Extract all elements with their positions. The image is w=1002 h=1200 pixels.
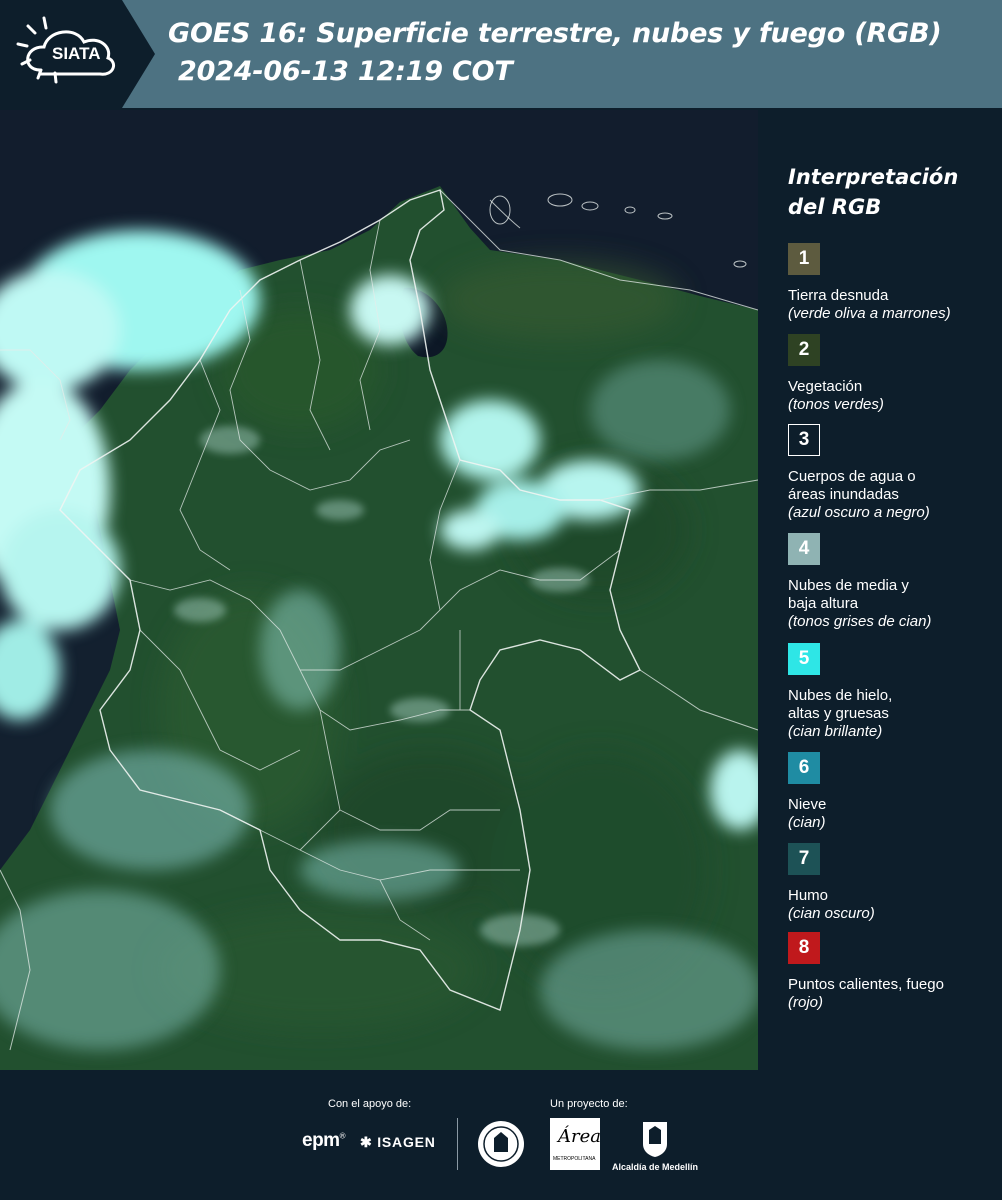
legend-label: Tierra desnuda xyxy=(788,287,889,304)
legend-note: (verde oliva a marrones) xyxy=(788,305,951,322)
legend-swatch: 7 xyxy=(788,843,820,875)
epm-text: epm xyxy=(302,1130,340,1151)
legend-note: (tonos verdes) xyxy=(788,396,884,413)
legend-note: (cian brillante) xyxy=(788,723,883,740)
legend-label: Vegetación xyxy=(788,378,863,395)
university-seal-icon xyxy=(478,1121,524,1167)
siata-logo: SIATA xyxy=(0,0,155,108)
isagen-logo: ✱ ISAGEN xyxy=(360,1134,436,1150)
project-label: Un proyecto de: xyxy=(550,1098,628,1110)
footer: Con el apoyo de: Un proyecto de: epm® ✱ … xyxy=(0,1070,1002,1200)
legend-label: Puntos calientes, fuego xyxy=(788,976,944,993)
legend-item-low-clouds: 4 Nubes de media y baja altura (tonos gr… xyxy=(788,533,1002,631)
legend-label: Humo xyxy=(788,887,829,904)
area-metropolitana-logo: Área xyxy=(550,1118,601,1170)
page-timestamp: 2024-06-13 12:19 COT xyxy=(178,56,513,87)
legend-note: (rojo) xyxy=(788,994,824,1011)
legend-item-ice-clouds: 5 Nubes de hielo, altas y gruesas (cian … xyxy=(788,643,1002,741)
medellin-shield-icon xyxy=(643,1122,667,1157)
legend-note: (azul oscuro a negro) xyxy=(788,504,930,521)
legend-item-vegetation: 2 Vegetación (tonos verdes) xyxy=(788,334,1002,414)
legend-title: Interpretación del RGB xyxy=(788,165,959,219)
legend-note: (tonos grises de cian) xyxy=(788,613,932,630)
legend-panel: Interpretación del RGB 1 Tierra desnuda … xyxy=(770,110,1002,1070)
legend-item-water: 3 Cuerpos de agua o áreas inundadas (azu… xyxy=(788,424,1002,522)
legend-swatch: 2 xyxy=(788,334,820,366)
satellite-map[interactable] xyxy=(0,110,758,1070)
legend-label: Nubes de hielo, altas y gruesas xyxy=(788,687,893,722)
legend-item-fire: 8 Puntos calientes, fuego (rojo) xyxy=(788,932,1002,1012)
legend-note: (cian oscuro) xyxy=(788,905,875,922)
legend-label: Cuerpos de agua o áreas inundadas xyxy=(788,468,916,503)
legend-label: Nubes de media y baja altura xyxy=(788,577,909,612)
legend-note: (cian) xyxy=(788,814,826,831)
legend-swatch: 3 xyxy=(788,424,820,456)
legend-swatch: 5 xyxy=(788,643,820,675)
legend-swatch: 4 xyxy=(788,533,820,565)
logo-text: SIATA xyxy=(52,44,101,63)
legend-swatch: 6 xyxy=(788,752,820,784)
page-title: GOES 16: Superficie terrestre, nubes y f… xyxy=(168,18,942,49)
legend-item-smoke: 7 Humo (cian oscuro) xyxy=(788,843,1002,923)
legend-item-snow: 6 Nieve (cian) xyxy=(788,752,1002,832)
metro-name: METROPOLITANA xyxy=(553,1156,596,1162)
satellite-rgb-map xyxy=(0,110,758,1070)
isagen-text: ISAGEN xyxy=(377,1134,436,1150)
metro-logo-text: Área xyxy=(558,1126,601,1147)
header: SIATA GOES 16: Superficie terrestre, nub… xyxy=(0,0,1002,108)
legend-item-bare-soil: 1 Tierra desnuda (verde oliva a marrones… xyxy=(788,243,1002,323)
support-label: Con el apoyo de: xyxy=(328,1098,412,1110)
alcaldia-label: Alcaldía de Medellín xyxy=(612,1162,699,1172)
epm-logo: epm® xyxy=(302,1130,346,1151)
footer-divider xyxy=(457,1118,458,1170)
legend-swatch: 1 xyxy=(788,243,820,275)
legend-label: Nieve xyxy=(788,796,827,813)
legend-swatch: 8 xyxy=(788,932,820,964)
